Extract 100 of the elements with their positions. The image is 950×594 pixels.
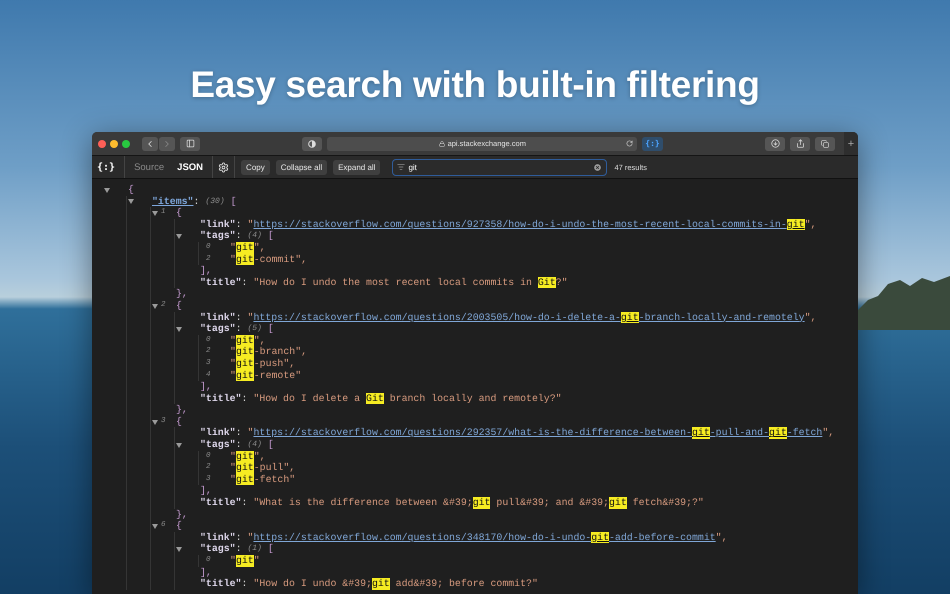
url-link[interactable]: -branch-locally-and-remotely (638, 312, 805, 324)
toolbar-button[interactable]: Collapse all (276, 160, 328, 174)
colon: : (241, 578, 248, 590)
minimize-button[interactable] (110, 140, 118, 148)
url-link[interactable]: https://stackoverflow.com/questions/2003505/how-do-i-delete-a- (253, 312, 621, 324)
bracket: { (128, 184, 134, 196)
json-string: "How do I undo the most recent local commits in (253, 276, 533, 288)
json-string: ", (822, 427, 834, 440)
json-key: "link" (200, 532, 236, 544)
view-tab[interactable]: Source (130, 162, 168, 172)
json-string: " (230, 450, 236, 462)
disclosure-triangle-icon[interactable] (152, 302, 158, 309)
new-tab-button[interactable]: + (844, 132, 858, 155)
filter-icon (397, 163, 406, 171)
reload-icon (626, 140, 634, 146)
sidebar-button[interactable] (180, 136, 200, 150)
json-string: " (230, 254, 236, 266)
json-string: -commit", (254, 254, 308, 266)
json-key: "tags" (200, 323, 236, 335)
bracket: { (176, 416, 182, 428)
download-button[interactable] (765, 136, 786, 150)
clear-icon[interactable] (593, 162, 602, 172)
json-string: ", (804, 218, 816, 230)
disclosure-triangle-icon[interactable] (104, 186, 110, 193)
disclosure-triangle-icon[interactable] (152, 523, 158, 530)
disclosure-triangle-icon[interactable] (152, 418, 158, 425)
disclosure-triangle-icon[interactable] (152, 210, 158, 216)
lock-icon (438, 140, 445, 146)
download-icon (770, 139, 780, 148)
json-key-link[interactable]: "items" (152, 196, 194, 208)
headline: Easy search with built-in filtering (190, 64, 760, 107)
json-string: fetch&#39;?" (632, 497, 704, 509)
search-match-highlight: git (236, 254, 254, 266)
json-key: "title" (200, 392, 242, 404)
bracket: ], (200, 381, 212, 393)
bracket: }, (176, 508, 188, 520)
json-string: pull&#39; and &#39; (495, 497, 609, 509)
url-link[interactable]: -add-before-commit (609, 532, 716, 544)
logo: {:} (97, 162, 116, 172)
json-string: "What is the difference between &#39; (253, 497, 473, 509)
sidebar-icon (186, 139, 194, 148)
json-string: ", (804, 312, 816, 324)
disclosure-triangle-icon[interactable] (176, 233, 182, 240)
close-button[interactable] (98, 140, 106, 148)
search-field[interactable]: git (392, 158, 608, 176)
item-count: (4) (248, 439, 262, 451)
zoom-button[interactable] (122, 140, 130, 148)
search-match-highlight[interactable]: git (692, 427, 710, 440)
url-link[interactable]: -pull-and- (710, 427, 770, 440)
search-match-highlight: git (236, 334, 254, 346)
colon: : (241, 392, 248, 404)
search-match-highlight: Git (366, 392, 384, 404)
colon: : (241, 276, 248, 288)
back-button[interactable] (142, 136, 158, 150)
disclosure-triangle-icon[interactable] (128, 198, 134, 204)
view-tab[interactable]: JSON (173, 162, 208, 172)
json-string: " (230, 242, 236, 254)
search-input[interactable]: git (408, 162, 590, 172)
disclosure-triangle-icon[interactable] (176, 326, 182, 332)
url-link[interactable]: https://stackoverflow.com/questions/927358/how-do-i-undo-the-most-recent-local-commits-in- (253, 218, 787, 230)
json-string: " (230, 358, 236, 370)
item-count: (1) (248, 543, 262, 555)
bracket: [ (230, 196, 237, 208)
json-string: ", (716, 532, 728, 544)
share-button[interactable] (790, 136, 810, 150)
search-match-highlight[interactable]: git (620, 312, 639, 324)
toolbar-button[interactable]: Expand all (333, 160, 380, 174)
privacy-button[interactable] (302, 136, 322, 150)
search-match-highlight: Git (538, 276, 556, 288)
colon: : (236, 532, 242, 544)
search-match-highlight: git (372, 578, 390, 590)
forward-button[interactable] (159, 136, 175, 150)
search-match-highlight: git (236, 474, 254, 486)
json-string: ", (254, 334, 266, 346)
url-link[interactable]: -fetch (786, 427, 822, 440)
url-link[interactable]: https://stackoverflow.com/questions/348170/how-do-i-undo- (253, 532, 592, 544)
toolbar-button[interactable]: Copy (241, 160, 270, 174)
search-match-highlight[interactable]: git (786, 218, 805, 230)
url-link[interactable]: https://stackoverflow.com/questions/292357/what-is-the-difference-between- (253, 427, 692, 440)
search-match-highlight[interactable]: git (591, 532, 609, 544)
json-string: " (248, 532, 254, 544)
colon: : (236, 312, 242, 324)
item-count: (30) (205, 196, 225, 208)
tabs-button[interactable] (815, 136, 836, 150)
json-string: -fetch" (254, 474, 296, 486)
bracket: ], (200, 566, 212, 578)
search-match-highlight: git (609, 497, 627, 509)
disclosure-triangle-icon[interactable] (176, 546, 182, 552)
share-icon (796, 139, 805, 148)
json-key: "tags" (200, 439, 236, 451)
colon: : (236, 218, 242, 230)
disclosure-triangle-icon[interactable] (176, 442, 182, 448)
json-string: " (230, 474, 236, 486)
json-string: " (254, 555, 260, 567)
search-match-highlight[interactable]: git (769, 427, 787, 440)
settings-icon[interactable] (218, 162, 230, 172)
json-string: " (230, 334, 236, 346)
colon: : (193, 196, 200, 208)
colon: : (236, 543, 242, 555)
json-string: ?" (556, 276, 568, 288)
